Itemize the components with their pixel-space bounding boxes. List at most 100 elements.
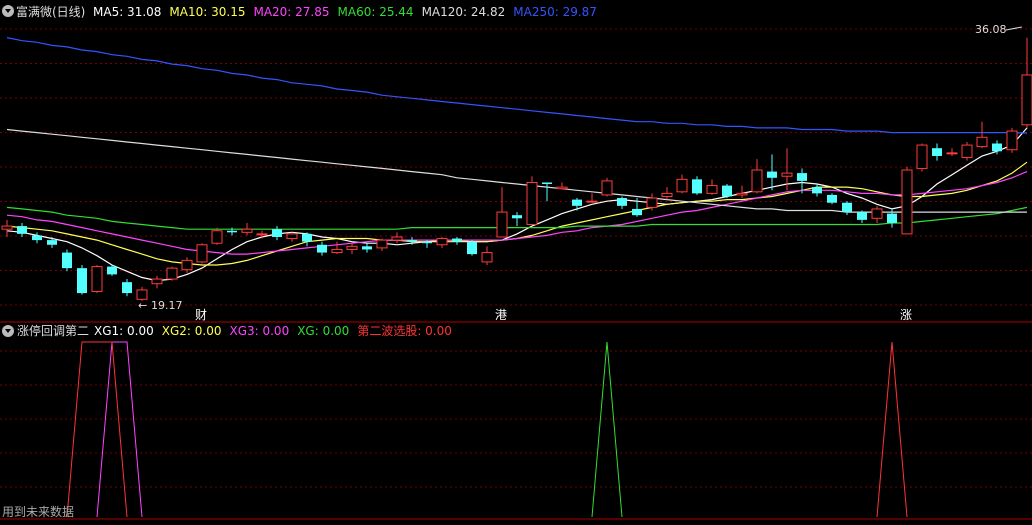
candle	[932, 143, 942, 161]
candle	[77, 265, 87, 295]
candle	[706, 179, 718, 195]
ma-legend: MA5: 31.08 MA10: 30.15 MA20: 27.85 MA60: 25…	[93, 5, 597, 19]
candle	[452, 236, 462, 245]
candle-body	[362, 246, 372, 250]
future-data-note: 用到未来数据	[2, 504, 74, 519]
candle	[586, 193, 598, 203]
candle	[946, 148, 958, 156]
candle	[572, 198, 582, 211]
candle-body	[496, 211, 508, 238]
ma-legend-item: MA20: 27.85	[253, 5, 329, 19]
candle-body	[181, 259, 193, 271]
high-label: 36.08	[975, 23, 1023, 36]
candle	[526, 176, 538, 226]
candle-body	[241, 228, 253, 233]
candle-body	[452, 238, 462, 242]
candle-body	[391, 236, 403, 241]
candle	[871, 205, 883, 223]
candle	[857, 210, 867, 223]
candle	[47, 236, 57, 248]
candle	[496, 187, 508, 238]
candle	[542, 182, 552, 202]
candle	[302, 232, 312, 247]
candle	[122, 279, 132, 297]
signal-legend-item: XG3: 0.00	[229, 324, 289, 338]
candle	[556, 182, 568, 190]
candle-body	[227, 230, 237, 233]
candle-body	[1006, 130, 1018, 151]
candle-body	[781, 172, 793, 177]
candle-body	[632, 208, 642, 216]
candle	[692, 176, 702, 195]
candle	[1006, 127, 1018, 153]
candle	[1021, 37, 1032, 128]
candle	[961, 141, 973, 161]
high-price-label: 36.08	[975, 23, 1007, 36]
candle	[916, 143, 928, 172]
candle-body	[286, 233, 298, 240]
candle	[976, 121, 988, 149]
high-arrow	[1005, 26, 1023, 31]
moving-average-lines	[6, 37, 1028, 282]
candle	[376, 238, 388, 252]
candle-body	[901, 169, 913, 235]
candle	[736, 185, 748, 199]
candle	[827, 193, 837, 205]
candle-body	[976, 136, 988, 148]
candle	[601, 177, 613, 197]
candle	[331, 241, 343, 255]
candle	[17, 222, 27, 237]
candle-body	[827, 194, 837, 203]
candle-body	[376, 239, 388, 249]
candle-body	[586, 200, 598, 203]
signal-spike	[876, 341, 908, 518]
candle-body	[871, 208, 883, 219]
candle-body	[32, 235, 42, 241]
candle-body	[481, 252, 493, 263]
candle	[722, 184, 732, 199]
candle-body	[797, 173, 807, 181]
event-marker[interactable]: 涨	[900, 307, 912, 322]
signal-spike	[66, 341, 128, 518]
candle-body	[542, 182, 552, 185]
candle-body	[857, 212, 867, 220]
candle	[151, 275, 163, 289]
event-marker[interactable]: 港	[495, 308, 507, 322]
signal-series	[66, 341, 908, 518]
candle	[901, 166, 913, 235]
candle-body	[1021, 74, 1032, 126]
candle	[32, 232, 42, 244]
signal-legend-item: XG2: 0.00	[162, 324, 222, 338]
candle-body	[646, 197, 658, 208]
candle	[481, 246, 493, 266]
candle	[676, 174, 688, 194]
candle	[391, 232, 403, 244]
chart-canvas[interactable]: 财 港 涨 富满微(日线) MA5: 31.08 MA10: 30.15 MA20: 2…	[0, 0, 1032, 525]
event-marker[interactable]: 财	[195, 308, 207, 322]
signal-legend-item: 第二波选股: 0.00	[357, 324, 452, 338]
signal-legend-item: XG1: 0.00	[94, 324, 154, 338]
candle-body	[812, 187, 822, 194]
candle	[211, 227, 223, 245]
candle-body	[1, 225, 13, 230]
candle-body	[122, 282, 132, 294]
candle	[436, 236, 448, 248]
signal-spike	[591, 341, 623, 518]
candle-body	[151, 278, 163, 285]
candle-body	[526, 181, 538, 226]
candle-body	[946, 152, 958, 155]
candle-body	[572, 199, 582, 206]
ma-legend-item: MA250: 29.87	[513, 5, 597, 19]
ma120-line	[6, 128, 1027, 213]
candle-body	[166, 267, 178, 280]
candle	[362, 243, 372, 253]
ma250-line	[6, 37, 1028, 134]
stock-name: 富满微(日线)	[16, 4, 85, 19]
candle	[842, 201, 852, 216]
candle-body	[436, 238, 448, 246]
candlestick-series	[1, 37, 1032, 301]
candle-body	[422, 241, 432, 244]
candle-body	[932, 148, 942, 156]
candle-body	[751, 169, 763, 193]
candle	[196, 243, 208, 264]
